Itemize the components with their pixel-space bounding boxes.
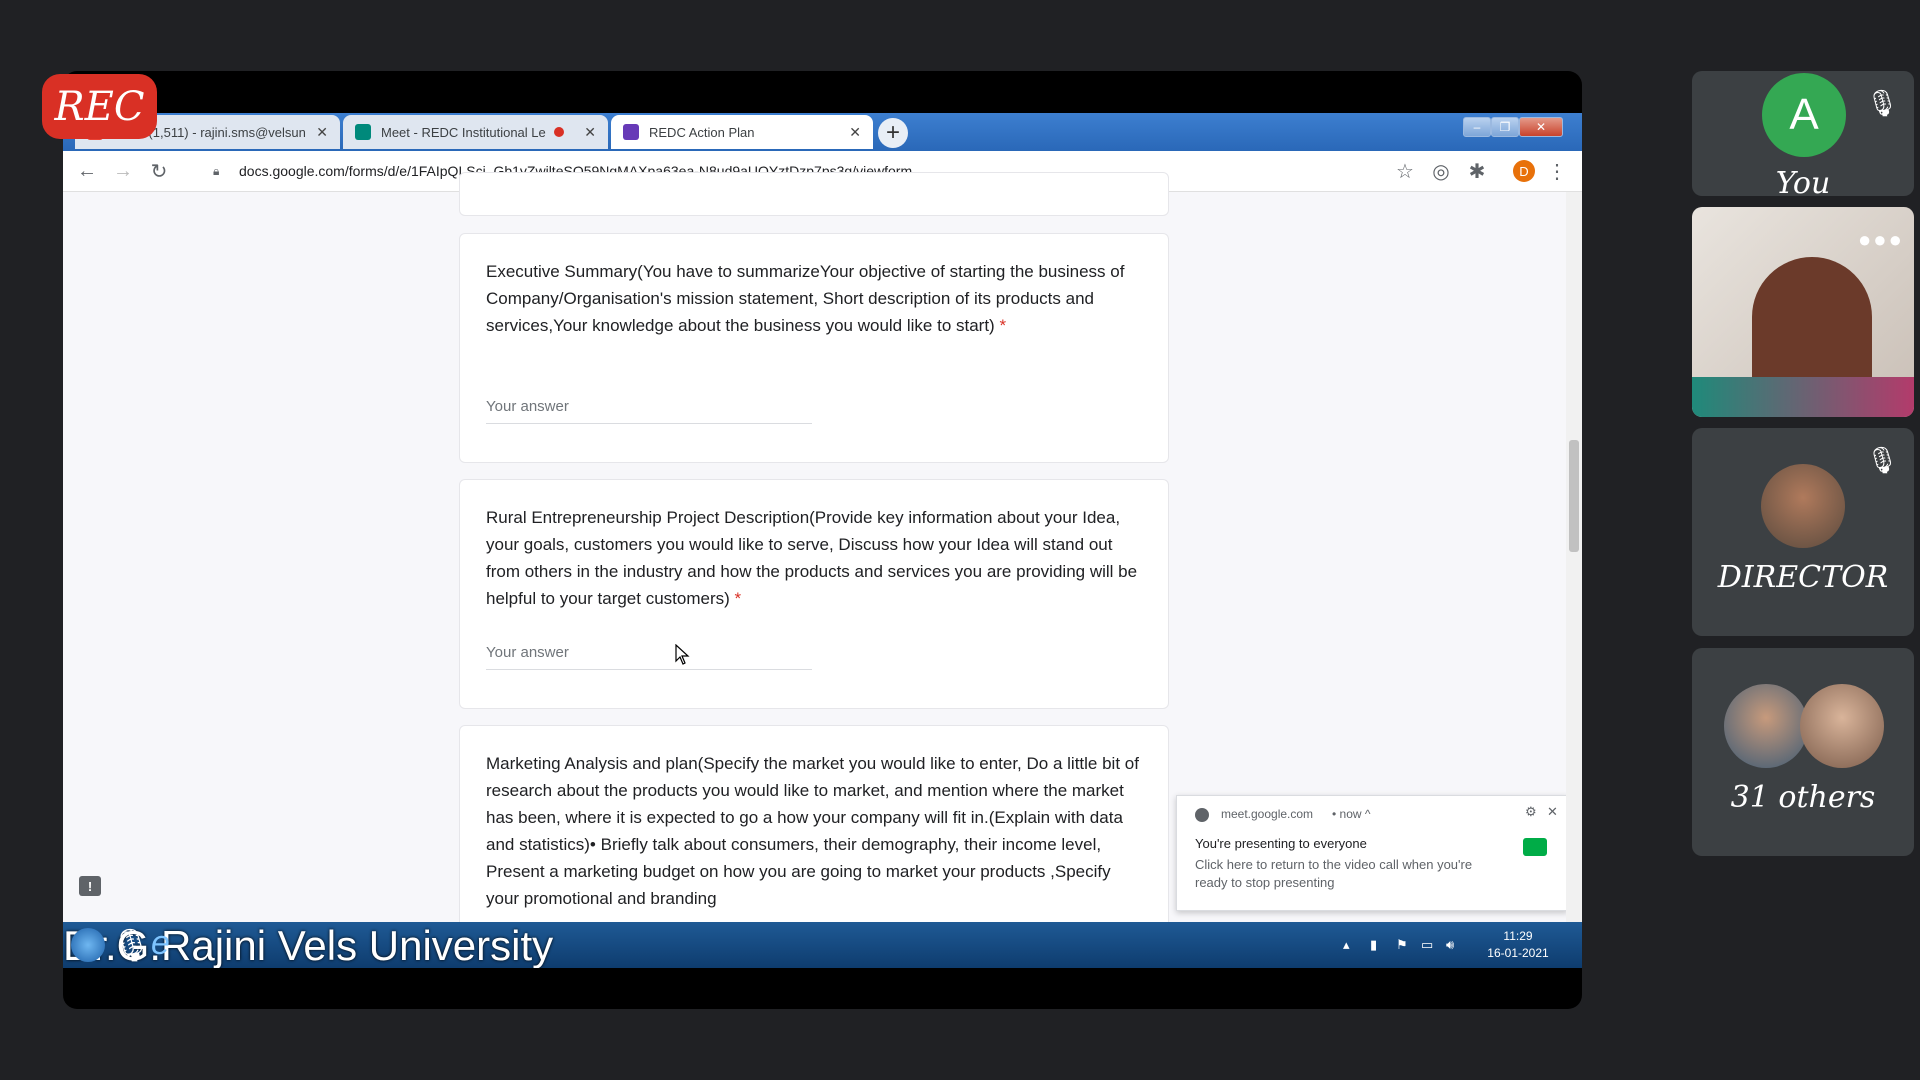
presenter-name: Dr.G.Rajini Vels University <box>63 922 554 968</box>
tray-expand-icon[interactable]: ▴ <box>1343 937 1350 953</box>
avatar: A <box>1762 73 1846 157</box>
participant-name: 31 others <box>1730 780 1876 815</box>
menu-kebab-icon[interactable]: ⋮ <box>1545 159 1569 183</box>
meet-icon <box>355 124 371 140</box>
clock-date: 16-01-2021 <box>1487 946 1549 960</box>
participant-tile-others[interactable]: 31 others <box>1692 648 1914 856</box>
close-icon[interactable]: ✕ <box>584 124 596 141</box>
page-scrollbar[interactable] <box>1566 192 1582 922</box>
avatar <box>1724 684 1808 768</box>
clock-time: 11:29 <box>1503 929 1533 943</box>
presenting-notification[interactable]: meet.google.com • now ^ ⚙ ✕ You're prese… <box>1176 795 1568 911</box>
power-icon[interactable]: ▭ <box>1421 937 1433 953</box>
scrollbar-thumb[interactable] <box>1569 440 1579 552</box>
lock-icon: 🔒︎ <box>213 163 220 178</box>
extension-circle-icon[interactable]: ◎ <box>1429 159 1453 183</box>
tab-meet[interactable]: Meet - REDC Institutional Le ✕ <box>343 115 608 149</box>
participant-clothing <box>1692 377 1914 417</box>
form-page: Executive Summary(You have to summarizeY… <box>63 172 1582 955</box>
participant-tile-you[interactable]: A 🎙︎ You <box>1692 71 1914 196</box>
notification-body: Click here to return to the video call w… <box>1195 857 1473 890</box>
muted-mic-icon: 🎙︎ <box>1865 444 1899 475</box>
close-icon[interactable]: ✕ <box>849 124 861 141</box>
action-center-flag-icon[interactable]: ⚑ <box>1396 937 1408 953</box>
start-button[interactable] <box>71 928 105 962</box>
profile-avatar[interactable]: D <box>1513 160 1535 182</box>
participant-name: DIRECTOR <box>1717 560 1889 595</box>
mouse-cursor-icon <box>675 644 690 665</box>
question-card-prev <box>459 172 1169 216</box>
close-icon[interactable]: ✕ <box>316 124 328 141</box>
volume-icon[interactable]: 🔊︎ <box>1446 937 1454 953</box>
extensions-puzzle-icon[interactable]: ✱ <box>1465 159 1489 183</box>
question-text: Rural Entrepreneurship Project Descripti… <box>486 508 1138 608</box>
recording-badge: REC <box>42 74 157 139</box>
avatar <box>1800 684 1884 768</box>
question-text: Marketing Analysis and plan(Specify the … <box>486 754 1139 908</box>
settings-gear-icon[interactable]: ⚙ <box>1525 804 1537 820</box>
forms-icon <box>623 124 639 140</box>
meet-icon <box>1523 838 1547 856</box>
required-marker: * <box>734 589 742 608</box>
participant-tile-director[interactable]: 🎙︎ DIRECTOR <box>1692 428 1914 636</box>
new-tab-button[interactable]: + <box>878 118 908 148</box>
participant-name: You <box>1775 166 1831 196</box>
question-card-executive-summary: Executive Summary(You have to summarizeY… <box>459 233 1169 463</box>
feedback-icon[interactable]: ! <box>79 876 101 896</box>
bookmark-star-icon[interactable]: ☆ <box>1393 159 1417 183</box>
tab-redc-action-plan[interactable]: REDC Action Plan ✕ <box>611 115 873 149</box>
close-icon[interactable]: ✕ <box>1547 804 1558 820</box>
participant-tile-video[interactable]: ●●● <box>1692 207 1914 417</box>
browser-titlebar: Inbox (1,511) - rajini.sms@velsun ✕ Meet… <box>63 113 1582 151</box>
required-marker: * <box>999 316 1007 335</box>
muted-mic-icon: 🎙︎ <box>111 927 152 963</box>
tab-label: Meet - REDC Institutional Le <box>381 124 546 140</box>
reload-icon[interactable]: ↻ <box>147 159 171 183</box>
recording-dot-icon <box>553 127 564 137</box>
question-card-project-description: Rural Entrepreneurship Project Descripti… <box>459 479 1169 709</box>
windows-taskbar: 🎙︎ e Dr.G.Rajini Vels University ▴ ▮ ⚑ ▭… <box>63 922 1582 968</box>
minimize-button[interactable]: – <box>1463 117 1491 137</box>
notification-title: You're presenting to everyone <box>1195 836 1367 851</box>
browser-window: Inbox (1,511) - rajini.sms@velsun ✕ Meet… <box>63 113 1582 968</box>
notification-source: meet.google.com <box>1221 807 1314 821</box>
question-card-marketing-analysis: Marketing Analysis and plan(Specify the … <box>459 725 1169 955</box>
chrome-icon <box>1195 808 1209 822</box>
more-options-icon[interactable]: ●●● <box>1858 227 1904 253</box>
muted-mic-icon: 🎙︎ <box>1865 87 1899 118</box>
internet-explorer-icon[interactable]: e <box>151 924 170 963</box>
system-clock[interactable]: 11:29 16-01-2021 <box>1483 928 1553 962</box>
answer-input[interactable]: Your answer <box>486 635 812 670</box>
tab-label: REDC Action Plan <box>649 124 755 140</box>
avatar <box>1761 464 1845 548</box>
back-icon[interactable]: ← <box>75 159 99 183</box>
maximize-button[interactable]: ❐ <box>1491 117 1519 137</box>
network-icon[interactable]: ▮ <box>1370 937 1377 953</box>
window-close-button[interactable]: ✕ <box>1519 117 1563 137</box>
answer-input[interactable]: Your answer <box>486 389 812 424</box>
question-text: Executive Summary(You have to summarizeY… <box>486 262 1125 335</box>
notification-time: • now ^ <box>1332 807 1371 821</box>
forward-icon[interactable]: → <box>111 159 135 183</box>
